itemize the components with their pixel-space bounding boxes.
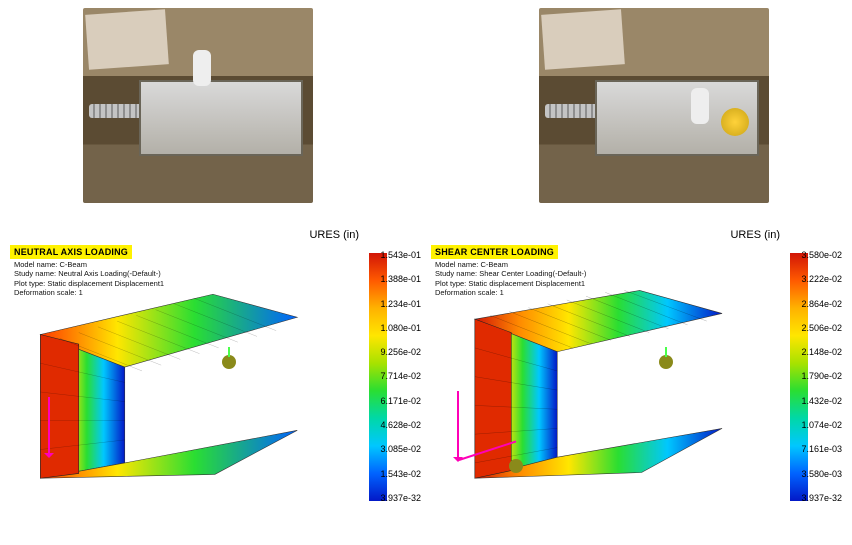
photo-row	[0, 0, 852, 223]
tick: 3.580e-03	[801, 470, 842, 479]
tick: 1.074e-02	[801, 421, 842, 430]
colorbar-unit: URES (in)	[730, 229, 780, 241]
tick: 1.080e-01	[380, 324, 421, 333]
tick: 3.085e-02	[380, 445, 421, 454]
tick: 1.790e-02	[801, 372, 842, 381]
meta-model: Model name: C-Beam	[14, 260, 164, 269]
tick: 1.388e-01	[380, 275, 421, 284]
load-clip	[691, 88, 709, 124]
probe-marker-icon	[659, 355, 673, 369]
colorbar-unit: URES (in)	[309, 229, 359, 241]
fea-beam-render	[20, 277, 310, 507]
sim-neutral-axis: NEUTRAL AXIS LOADING Model name: C-Beam …	[10, 227, 421, 527]
tick: 3.937e-32	[801, 494, 842, 503]
shear-center-marker-icon	[509, 459, 523, 473]
tick: 1.543e-01	[380, 251, 421, 260]
tick: 1.432e-02	[801, 397, 842, 406]
colorbar-ticks: 3.580e-02 3.222e-02 2.864e-02 2.506e-02 …	[796, 251, 842, 503]
fea-beam-render	[441, 277, 731, 507]
load-clip	[193, 50, 211, 86]
tick: 9.256e-02	[380, 348, 421, 357]
tick: 2.148e-02	[801, 348, 842, 357]
tick: 3.937e-32	[380, 494, 421, 503]
background-board	[541, 9, 625, 69]
tick: 6.171e-02	[380, 397, 421, 406]
simulation-row: NEUTRAL AXIS LOADING Model name: C-Beam …	[0, 223, 852, 545]
yellow-marker-icon	[721, 108, 749, 136]
tick: 2.864e-02	[801, 300, 842, 309]
background-board	[85, 9, 169, 69]
tick: 1.234e-01	[380, 300, 421, 309]
tick: 3.580e-02	[801, 251, 842, 260]
tick: 7.714e-02	[380, 372, 421, 381]
sim-title-banner: NEUTRAL AXIS LOADING	[10, 245, 132, 259]
load-arrow-icon	[48, 397, 50, 457]
meta-model: Model name: C-Beam	[435, 260, 586, 269]
sim-title-banner: SHEAR CENTER LOADING	[431, 245, 558, 259]
probe-marker-icon	[222, 355, 236, 369]
tick: 3.222e-02	[801, 275, 842, 284]
tick: 7.161e-03	[801, 445, 842, 454]
photo-neutral-axis	[83, 8, 313, 203]
figure-composite: NEUTRAL AXIS LOADING Model name: C-Beam …	[0, 0, 852, 545]
colorbar-ticks: 1.543e-01 1.388e-01 1.234e-01 1.080e-01 …	[375, 251, 421, 503]
tick: 4.628e-02	[380, 421, 421, 430]
photo-shear-center	[539, 8, 769, 203]
tick: 1.543e-02	[380, 470, 421, 479]
tick: 2.506e-02	[801, 324, 842, 333]
c-beam-specimen	[139, 80, 303, 156]
sim-shear-center: SHEAR CENTER LOADING Model name: C-Beam …	[431, 227, 842, 527]
load-arrow-icon	[457, 391, 459, 461]
